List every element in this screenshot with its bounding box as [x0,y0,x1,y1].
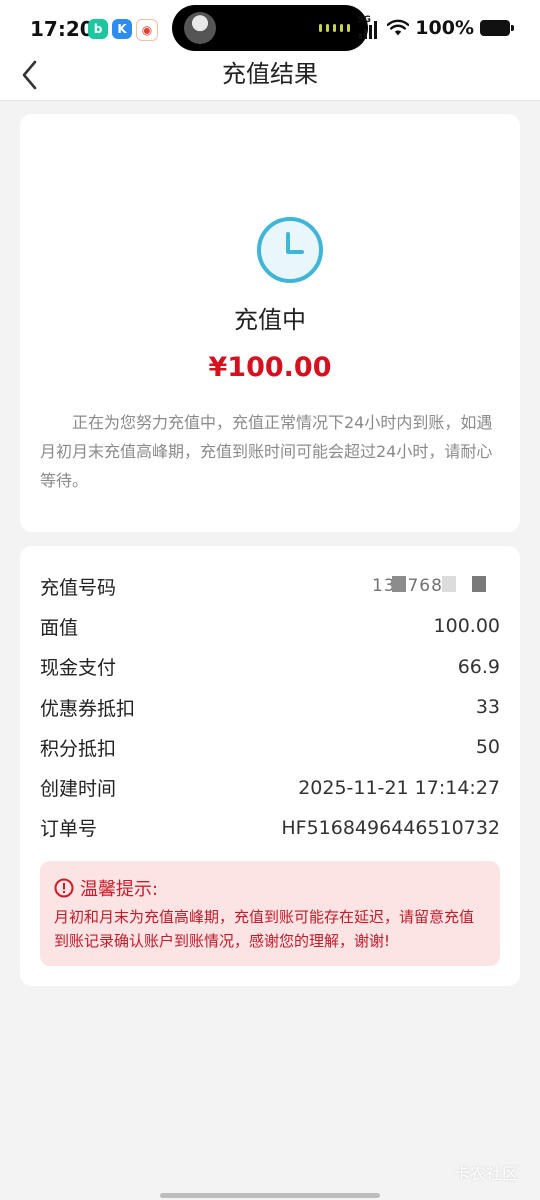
status-time: 17:20 [30,17,94,41]
status-label: 充值中 [234,306,306,334]
detail-label: 积分抵扣 [40,737,117,760]
battery-percent: 100% [415,17,474,39]
home-indicator[interactable] [160,1193,380,1198]
nav-bar: 充值结果 [0,58,540,101]
detail-label: 充值号码 [40,576,117,599]
tip-title: 温馨提示: [80,879,159,900]
app-b-icon: b [88,19,108,39]
detail-row-phone: 充值号码 1347682 [40,566,500,606]
detail-value[interactable]: HF5168496446510732 [281,817,500,839]
privacy-mask [392,576,406,593]
tip-text: 月初和月末为充值高峰期，充值到账可能存在延迟，请留意充值到账记录确认账户到账情况… [54,908,475,950]
music-cover-icon [184,12,216,44]
audio-wave-icon [319,24,350,32]
privacy-mask [472,576,486,593]
dynamic-island[interactable] [172,5,368,51]
network-type: 5G [357,15,371,25]
wifi-icon [387,19,410,36]
clock-icon [257,217,323,283]
cellular-signal-icon: 5G [357,15,381,39]
detail-label: 优惠券抵扣 [40,697,136,720]
detail-row-points: 积分抵扣 50 [40,727,500,767]
order-detail-card: 充值号码 1347682 面值 100.00 现金支付 66.9 优惠券抵扣 3… [20,546,520,986]
detail-value: 2025-11-21 17:14:27 [298,776,500,799]
detail-row-coupon: 优惠券抵扣 33 [40,687,500,727]
detail-value: 50 [475,736,500,759]
warm-tip-box: 温馨提示: 月初和月末为充值高峰期，充值到账可能存在延迟，请留意充值到账记录确认… [40,861,500,966]
detail-label: 创建时间 [40,778,117,801]
detail-list: 充值号码 1347682 面值 100.00 现金支付 66.9 优惠券抵扣 3… [40,566,500,848]
watermark: 卡农社区 [453,1164,518,1183]
notification-icons: b K ◉ [88,19,158,41]
app-k-icon: K [112,19,132,39]
detail-row-cash-payment: 现金支付 66.9 [40,647,500,687]
page-title: 充值结果 [222,60,318,88]
status-right: 5G 100% [357,15,514,39]
detail-row-order-id: 订单号 HF5168496446510732 [40,808,500,848]
weibo-icon: ◉ [136,19,158,41]
detail-label: 现金支付 [40,657,117,680]
battery-icon [480,20,514,36]
detail-row-created-time: 创建时间 2025-11-21 17:14:27 [40,767,500,807]
detail-value: 33 [475,696,500,719]
privacy-mask [442,576,456,593]
recharge-amount: ¥100.00 [208,352,332,383]
detail-value: 100.00 [433,615,500,638]
detail-value: 66.9 [457,655,500,678]
recharge-status-card: 充值中 ¥100.00 正在为您努力充值中，充值正常情况下24小时内到账，如遇月… [20,114,520,532]
detail-label: 面值 [40,616,79,639]
status-notice: 正在为您努力充值中，充值正常情况下24小时内到账，如遇月初月末充值高峰期，充值到… [40,413,493,490]
alert-circle-icon [54,878,74,898]
masked-phone-value: 1347682 [372,574,500,598]
detail-row-face-value: 面值 100.00 [40,606,500,646]
detail-label: 订单号 [40,818,98,841]
status-bar: 17:20 b K ◉ 5G 100% [0,0,540,58]
